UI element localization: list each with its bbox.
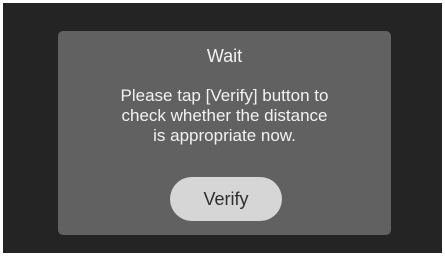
wait-dialog: Wait Please tap [Verify] button to check… xyxy=(58,31,391,235)
verify-button[interactable]: Verify xyxy=(170,177,282,221)
screen-background: Wait Please tap [Verify] button to check… xyxy=(3,3,442,253)
dialog-message: Please tap [Verify] button to check whet… xyxy=(58,86,391,146)
message-line-3: is appropriate now. xyxy=(153,126,296,145)
message-line-1: Please tap [Verify] button to xyxy=(120,86,329,105)
dialog-title: Wait xyxy=(206,46,243,66)
message-line-2: check whether the distance xyxy=(121,106,328,125)
